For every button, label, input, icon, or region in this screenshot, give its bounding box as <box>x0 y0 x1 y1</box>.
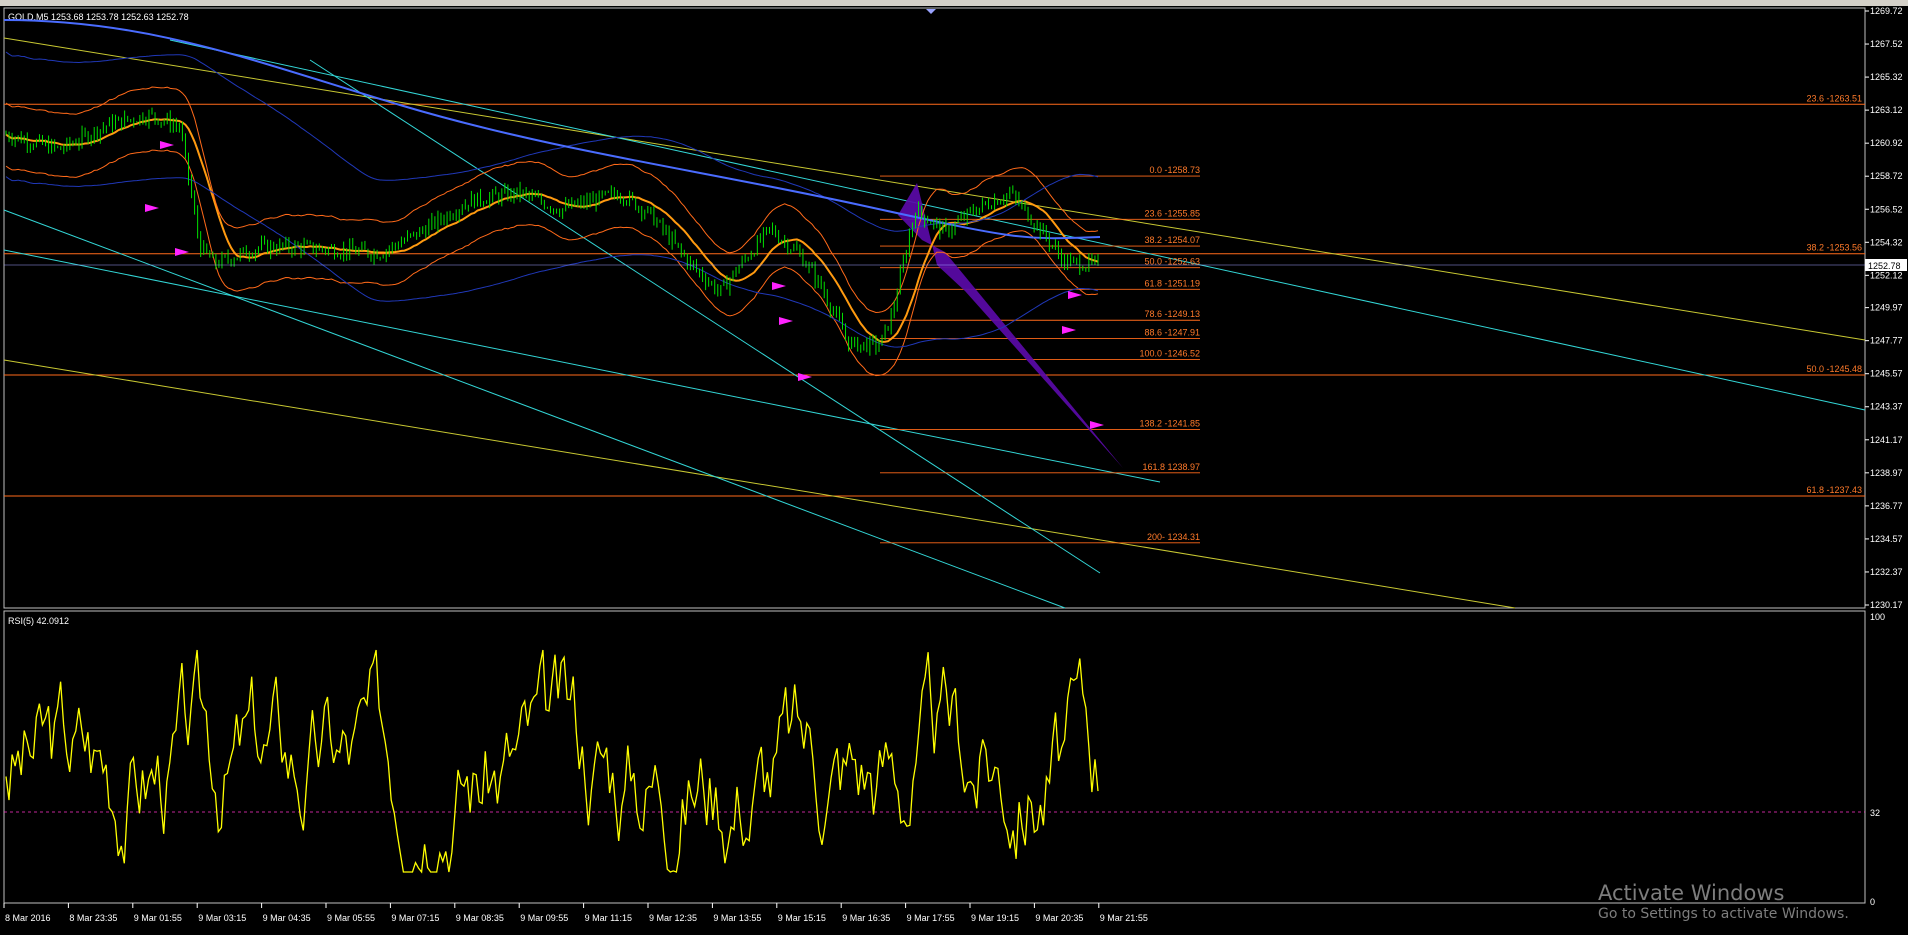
price-tick-label: 1241.17 <box>1870 435 1903 445</box>
fib-inner-label: 38.2 -1254.07 <box>1144 235 1200 245</box>
fib-inner-label: 61.8 -1251.19 <box>1144 278 1200 288</box>
price-tick-label: 1232.37 <box>1870 567 1903 577</box>
fib-outer-label: 61.8 -1237.43 <box>1806 485 1862 495</box>
time-axis: 8 Mar 2016 8 Mar 23:35 9 Mar 01:55 9 Mar 03… <box>3 903 1148 923</box>
rsi-axis-top: 100 <box>1870 612 1885 622</box>
price-tick-label: 1252.12 <box>1870 270 1903 280</box>
rsi-axis: 100 32 0 <box>1870 612 1885 907</box>
price-tick-label: 1267.52 <box>1870 39 1903 49</box>
time-tick-label: 9 Mar 19:15 <box>971 913 1019 923</box>
time-tick-label: 9 Mar 16:35 <box>842 913 890 923</box>
watermark-title: Activate Windows <box>1598 881 1785 905</box>
time-tick-label: 9 Mar 04:35 <box>263 913 311 923</box>
price-tick-label: 1238.97 <box>1870 468 1903 478</box>
time-tick-label: 9 Mar 21:55 <box>1100 913 1148 923</box>
fib-inner-label: 88.6 -1247.91 <box>1144 328 1200 338</box>
rsi-axis-bottom: 0 <box>1870 897 1875 907</box>
price-tick-label: 1269.72 <box>1870 6 1903 16</box>
time-tick-label: 9 Mar 20:35 <box>1035 913 1083 923</box>
fib-inner-label: 23.6 -1255.85 <box>1144 208 1200 218</box>
price-tick-label: 1236.77 <box>1870 501 1903 511</box>
fib-inner-label: 200- 1234.31 <box>1147 532 1200 542</box>
price-tick-label: 1258.72 <box>1870 171 1903 181</box>
activate-windows-watermark: Activate Windows Go to Settings to activ… <box>1598 881 1849 923</box>
fib-outer-label: 50.0 -1245.48 <box>1806 364 1862 374</box>
price-tick-label: 1265.32 <box>1870 72 1903 82</box>
time-tick-label: 9 Mar 17:55 <box>907 913 955 923</box>
time-tick-label: 9 Mar 13:55 <box>713 913 761 923</box>
price-panel-frame <box>3 7 1866 609</box>
price-tick-label: 1247.77 <box>1870 336 1903 346</box>
rsi-axis-mid: 32 <box>1870 808 1880 818</box>
price-tick-label: 1254.32 <box>1870 237 1903 247</box>
price-tick-label: 1260.92 <box>1870 138 1903 148</box>
price-tick-label: 1230.17 <box>1870 600 1903 610</box>
rsi-label: RSI(5) 42.0912 <box>8 616 69 626</box>
watermark-subtitle: Go to Settings to activate Windows. <box>1598 906 1849 922</box>
fib-inner-label: 100.0 -1246.52 <box>1139 348 1200 358</box>
time-tick-label: 9 Mar 15:15 <box>778 913 826 923</box>
fib-inner-label: 0.0 -1258.73 <box>1149 165 1200 175</box>
time-tick-label: 9 Mar 01:55 <box>134 913 182 923</box>
time-tick-label: 9 Mar 03:15 <box>198 913 246 923</box>
price-tick-label: 1234.57 <box>1870 534 1903 544</box>
price-tick-label: 1256.52 <box>1870 204 1903 214</box>
time-tick-label: 8 Mar 2016 <box>5 913 51 923</box>
price-tick-label: 1243.37 <box>1870 402 1903 412</box>
time-tick-label: 8 Mar 23:35 <box>69 913 117 923</box>
price-tick-label: 1245.57 <box>1870 369 1903 379</box>
trading-chart[interactable]: GOLD,M5 1253.68 1253.78 1252.63 1252.78 … <box>0 0 1908 935</box>
time-tick-label: 9 Mar 09:55 <box>520 913 568 923</box>
fib-outer-label: 38.2 -1253.56 <box>1806 243 1862 253</box>
fib-inner-label: 78.6 -1249.13 <box>1144 309 1200 319</box>
time-tick-label: 9 Mar 08:35 <box>456 913 504 923</box>
price-tick-label: 1263.12 <box>1870 105 1903 115</box>
fib-inner-label: 138.2 -1241.85 <box>1139 419 1200 429</box>
time-tick-label: 9 Mar 05:55 <box>327 913 375 923</box>
price-axis: 1269.72 1267.52 1265.32 1263.12 1260.92 1258.… <box>1865 6 1903 610</box>
fib-outer-label: 23.6 -1263.51 <box>1806 93 1862 103</box>
time-tick-label: 9 Mar 12:35 <box>649 913 697 923</box>
price-tick-label: 1249.97 <box>1870 303 1903 313</box>
time-tick-label: 9 Mar 07:15 <box>391 913 439 923</box>
time-tick-label: 9 Mar 11:15 <box>585 913 632 923</box>
fib-inner-label: 161.8 1238.97 <box>1142 462 1200 472</box>
